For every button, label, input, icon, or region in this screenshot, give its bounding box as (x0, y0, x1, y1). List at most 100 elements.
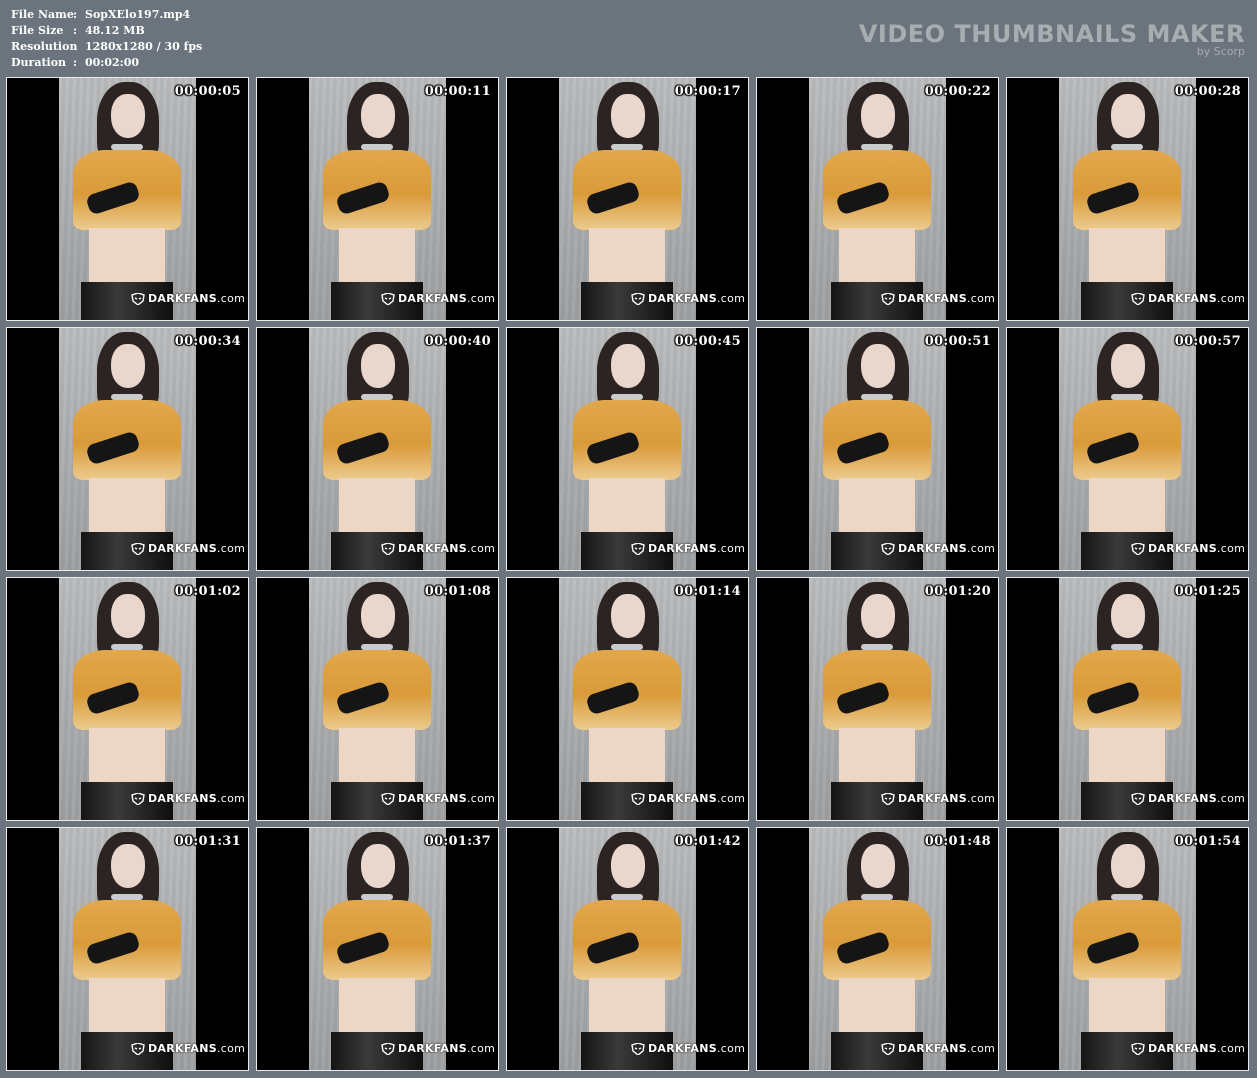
thumbnail[interactable]: 00:00:11 DARKFANS .com (256, 77, 499, 321)
info-separator: : (73, 40, 78, 53)
thumbnail[interactable]: 00:01:31 DARKFANS .com (6, 827, 249, 1071)
video-frame (1059, 828, 1196, 1070)
figure-belly (339, 978, 415, 1034)
timestamp: 00:00:11 (424, 84, 491, 99)
figure-belly (1089, 978, 1165, 1034)
thumbnail[interactable]: 00:01:25 DARKFANS .com (1006, 577, 1249, 821)
info-value: 48.12 MB (85, 24, 145, 37)
thumbnail[interactable]: 00:00:40 DARKFANS .com (256, 327, 499, 571)
brand-title: VIDEO THUMBNAILS MAKER (858, 20, 1245, 48)
timestamp: 00:00:28 (1174, 84, 1241, 99)
thumbnail[interactable]: 00:00:22 DARKFANS .com (756, 77, 999, 321)
watermark-brand: DARKFANS (898, 792, 967, 805)
watermark-suffix: .com (216, 792, 246, 805)
figure-belly (589, 478, 665, 534)
figure-belly (839, 978, 915, 1034)
figure-face (361, 844, 395, 888)
video-frame (1059, 78, 1196, 320)
info-separator: : (73, 24, 78, 37)
darkfans-mask-icon (631, 792, 645, 805)
timestamp: 00:01:42 (674, 834, 741, 849)
thumbnail[interactable]: 00:01:14 DARKFANS .com (506, 577, 749, 821)
figure-belly (1089, 728, 1165, 784)
thumbnail[interactable]: 00:01:02 DARKFANS .com (6, 577, 249, 821)
watermark-brand: DARKFANS (648, 292, 717, 305)
figure-belly (589, 228, 665, 284)
thumbnail[interactable]: 00:00:17 DARKFANS .com (506, 77, 749, 321)
video-frame (59, 78, 196, 320)
timestamp: 00:01:02 (174, 584, 241, 599)
watermark-suffix: .com (716, 792, 746, 805)
timestamp: 00:00:57 (1174, 334, 1241, 349)
watermark-suffix: .com (1216, 792, 1246, 805)
darkfans-mask-icon (1131, 792, 1145, 805)
video-frame (809, 328, 946, 570)
watermark: DARKFANS .com (131, 292, 245, 305)
video-frame (1059, 578, 1196, 820)
watermark-suffix: .com (466, 792, 496, 805)
timestamp: 00:00:34 (174, 334, 241, 349)
thumbnail[interactable]: 00:01:54 DARKFANS .com (1006, 827, 1249, 1071)
watermark-suffix: .com (1216, 1042, 1246, 1055)
watermark: DARKFANS .com (881, 292, 995, 305)
darkfans-mask-icon (881, 1042, 895, 1055)
watermark-suffix: .com (216, 1042, 246, 1055)
figure-face (361, 94, 395, 138)
watermark-suffix: .com (466, 292, 496, 305)
darkfans-mask-icon (381, 792, 395, 805)
thumbnail[interactable]: 00:01:20 DARKFANS .com (756, 577, 999, 821)
figure-face (1111, 844, 1145, 888)
watermark: DARKFANS .com (881, 542, 995, 555)
darkfans-mask-icon (881, 292, 895, 305)
info-row-file-size: File Size : 48.12 MB (11, 23, 202, 39)
info-row-file-name: File Name : SopXElo197.mp4 (11, 7, 202, 23)
thumbnail[interactable]: 00:00:57 DARKFANS .com (1006, 327, 1249, 571)
thumbnail[interactable]: 00:01:48 DARKFANS .com (756, 827, 999, 1071)
watermark-suffix: .com (216, 542, 246, 555)
figure-face (1111, 94, 1145, 138)
figure-face (611, 94, 645, 138)
watermark-brand: DARKFANS (898, 1042, 967, 1055)
info-separator: : (73, 8, 78, 21)
figure-belly (1089, 478, 1165, 534)
thumbnail[interactable]: 00:00:05 DARKFANS .com (6, 77, 249, 321)
watermark-suffix: .com (1216, 292, 1246, 305)
watermark: DARKFANS .com (881, 792, 995, 805)
info-key: File Size (11, 24, 64, 37)
info-row-resolution: Resolution : 1280x1280 / 30 fps (11, 39, 202, 55)
file-info: File Name : SopXElo197.mp4 File Size : 4… (11, 7, 202, 71)
thumbnail[interactable]: 00:01:08 DARKFANS .com (256, 577, 499, 821)
thumbnail[interactable]: 00:00:45 DARKFANS .com (506, 327, 749, 571)
figure-belly (839, 228, 915, 284)
darkfans-mask-icon (881, 792, 895, 805)
video-frame (1059, 328, 1196, 570)
watermark-brand: DARKFANS (148, 542, 217, 555)
watermark-brand: DARKFANS (398, 1042, 467, 1055)
thumbnail[interactable]: 00:00:34 DARKFANS .com (6, 327, 249, 571)
info-key: Resolution (11, 40, 78, 53)
figure-face (111, 344, 145, 388)
watermark: DARKFANS .com (1131, 542, 1245, 555)
timestamp: 00:00:40 (424, 334, 491, 349)
timestamp: 00:00:22 (924, 84, 991, 99)
thumbnail[interactable]: 00:01:42 DARKFANS .com (506, 827, 749, 1071)
info-value: 00:02:00 (85, 56, 140, 69)
figure-face (861, 844, 895, 888)
thumbnail[interactable]: 00:01:37 DARKFANS .com (256, 827, 499, 1071)
video-frame (309, 578, 446, 820)
darkfans-mask-icon (631, 1042, 645, 1055)
darkfans-mask-icon (881, 542, 895, 555)
video-frame (309, 828, 446, 1070)
figure-belly (589, 728, 665, 784)
watermark: DARKFANS .com (1131, 1042, 1245, 1055)
watermark-brand: DARKFANS (648, 1042, 717, 1055)
figure-belly (1089, 228, 1165, 284)
thumbnail[interactable]: 00:00:28 DARKFANS .com (1006, 77, 1249, 321)
figure-belly (89, 478, 165, 534)
watermark-suffix: .com (716, 292, 746, 305)
figure-face (111, 594, 145, 638)
watermark-brand: DARKFANS (648, 792, 717, 805)
thumbnail[interactable]: 00:00:51 DARKFANS .com (756, 327, 999, 571)
darkfans-mask-icon (131, 792, 145, 805)
video-frame (809, 828, 946, 1070)
